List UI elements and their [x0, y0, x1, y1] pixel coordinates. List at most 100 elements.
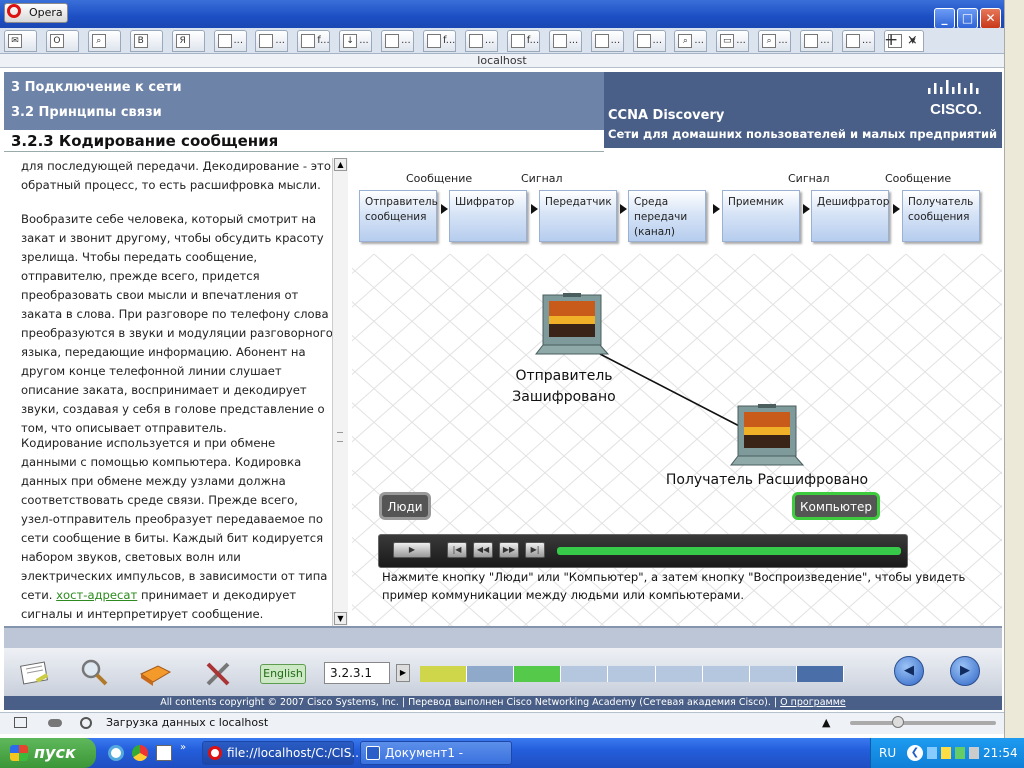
quicklaunch-expand-icon[interactable]: »	[180, 742, 186, 753]
cisco-logo-text: CISCO.	[930, 101, 982, 118]
progress-segment[interactable]	[561, 666, 609, 682]
start-button[interactable]: пуск	[0, 738, 96, 768]
search-icon[interactable]	[76, 656, 114, 690]
taskbar-item-opera[interactable]: file://localhost/C:/CIS...	[202, 741, 363, 765]
skip-end-button[interactable]: ▶|	[525, 542, 545, 558]
progress-segment[interactable]	[420, 666, 468, 682]
speed-dial-icon[interactable]	[80, 717, 92, 729]
progress-segment[interactable]	[514, 666, 562, 682]
browser-tab[interactable]: ...	[632, 30, 666, 52]
language-indicator[interactable]: RU	[879, 738, 896, 768]
tab-label: ...	[484, 35, 495, 46]
browser-tab[interactable]: ⌕...	[674, 30, 708, 52]
scroll-grip-icon[interactable]	[337, 432, 343, 442]
tray-expand-icon[interactable]: ❮	[907, 745, 923, 761]
people-button[interactable]: Люди	[379, 492, 431, 520]
brand-title: CCNA Discovery	[608, 108, 725, 123]
notes-icon[interactable]	[16, 656, 54, 690]
tab-label: ...	[610, 35, 621, 46]
browser-tab[interactable]: Я	[171, 30, 205, 52]
opera-menu-label: Opera	[29, 6, 63, 19]
skip-start-button[interactable]: |◀	[447, 542, 467, 558]
address-line: localhost	[0, 54, 1004, 68]
close-window-button[interactable]: ✕	[980, 8, 1001, 29]
tab-label: ...	[652, 35, 663, 46]
internet-explorer-icon[interactable]	[108, 745, 124, 761]
zoom-slider[interactable]	[850, 721, 996, 725]
host-destination-link[interactable]: хост-адресат	[56, 588, 137, 602]
maximize-button[interactable]: □	[957, 8, 978, 29]
text-scrollbar[interactable]: ▲ ▼	[332, 158, 348, 626]
progress-segment[interactable]	[608, 666, 656, 682]
panel-toggle-icon[interactable]	[14, 717, 27, 728]
progress-segment[interactable]	[749, 666, 797, 682]
media-player-icon[interactable]	[156, 745, 172, 761]
browser-tab[interactable]: ✉	[4, 30, 37, 52]
browser-tab[interactable]: O	[45, 30, 79, 52]
tray-folder-icon[interactable]	[941, 747, 951, 759]
tab-label: f...	[526, 35, 540, 46]
browser-tab[interactable]: ...	[590, 30, 624, 52]
status-up-icon[interactable]: ▲	[822, 713, 830, 733]
tray-volume-icon[interactable]	[969, 747, 979, 759]
play-button[interactable]: ▶	[393, 542, 431, 558]
browser-tab[interactable]: ⌕	[87, 30, 121, 52]
windows-taskbar: пуск » file://localhost/C:/CIS... Докуме…	[0, 738, 1024, 768]
browser-tab[interactable]: ↓...	[339, 30, 373, 52]
scroll-down-button[interactable]: ▼	[334, 612, 347, 625]
tools-icon[interactable]	[200, 656, 238, 690]
progress-segment[interactable]	[796, 666, 844, 682]
windows-flag-icon	[10, 745, 28, 761]
browser-tab[interactable]: f...	[506, 30, 540, 52]
chrome-icon[interactable]	[132, 745, 148, 761]
zoom-slider-knob[interactable]	[892, 716, 904, 728]
cloud-icon[interactable]	[48, 719, 62, 727]
browser-tab[interactable]: f...	[423, 30, 456, 52]
browser-tab[interactable]: В	[129, 30, 163, 52]
browser-tab[interactable]: ...	[842, 30, 875, 52]
tray-app-icon[interactable]	[955, 747, 965, 759]
browser-tab[interactable]: f...	[297, 30, 331, 52]
language-button[interactable]: English	[260, 664, 306, 684]
page-icon	[385, 34, 400, 48]
page-icon	[468, 34, 483, 48]
system-tray: RU ❮ 21:54	[870, 738, 1024, 768]
computer-button[interactable]: Компьютер	[792, 492, 880, 520]
minimize-button[interactable]: _	[934, 8, 955, 29]
new-tab-button[interactable]: +	[884, 30, 898, 50]
browser-tab[interactable]: ...	[800, 30, 834, 52]
search-icon: ⌕	[91, 34, 106, 48]
progress-segment[interactable]	[702, 666, 750, 682]
progress-segment[interactable]	[467, 666, 515, 682]
page-number-field[interactable]: 3.2.3.1	[324, 662, 390, 684]
rewind-button[interactable]: ◀◀	[473, 542, 493, 558]
clock[interactable]: 21:54	[983, 738, 1018, 768]
taskbar-item-word[interactable]: Документ1 - Microso...	[360, 741, 512, 765]
tab-menu-button[interactable]: ▾	[910, 34, 916, 47]
course-progress-segments	[420, 666, 844, 682]
go-to-page-button[interactable]: ▶	[396, 664, 410, 682]
browser-tab[interactable]: ...	[213, 30, 247, 52]
page-icon	[636, 34, 651, 48]
progress-segment[interactable]	[655, 666, 703, 682]
playback-progress[interactable]	[557, 547, 901, 555]
cisco-logo: CISCO.	[928, 80, 982, 118]
fast-forward-button[interactable]: ▶▶	[499, 542, 519, 558]
next-page-button[interactable]: ▶	[950, 656, 980, 686]
book-icon[interactable]	[136, 656, 174, 690]
tray-network-icon[interactable]	[927, 747, 937, 759]
browser-tab[interactable]: ...	[381, 30, 415, 52]
browser-tab[interactable]: ...	[464, 30, 498, 52]
browser-tab[interactable]: ...	[255, 30, 289, 52]
browser-tab[interactable]: ...	[548, 30, 582, 52]
page-icon	[427, 34, 441, 48]
word-icon	[366, 746, 380, 760]
download-icon: ↓	[343, 34, 358, 48]
tab-label: ...	[359, 35, 369, 46]
previous-page-button[interactable]: ◀	[894, 656, 924, 686]
browser-tab[interactable]: ▭...	[716, 30, 750, 52]
paragraph-computer-encoding: Кодирование используется и при обмене да…	[21, 434, 333, 624]
browser-tab[interactable]: ⌕...	[758, 30, 792, 52]
about-link[interactable]: О программе	[780, 697, 846, 708]
scroll-up-button[interactable]: ▲	[334, 158, 347, 171]
